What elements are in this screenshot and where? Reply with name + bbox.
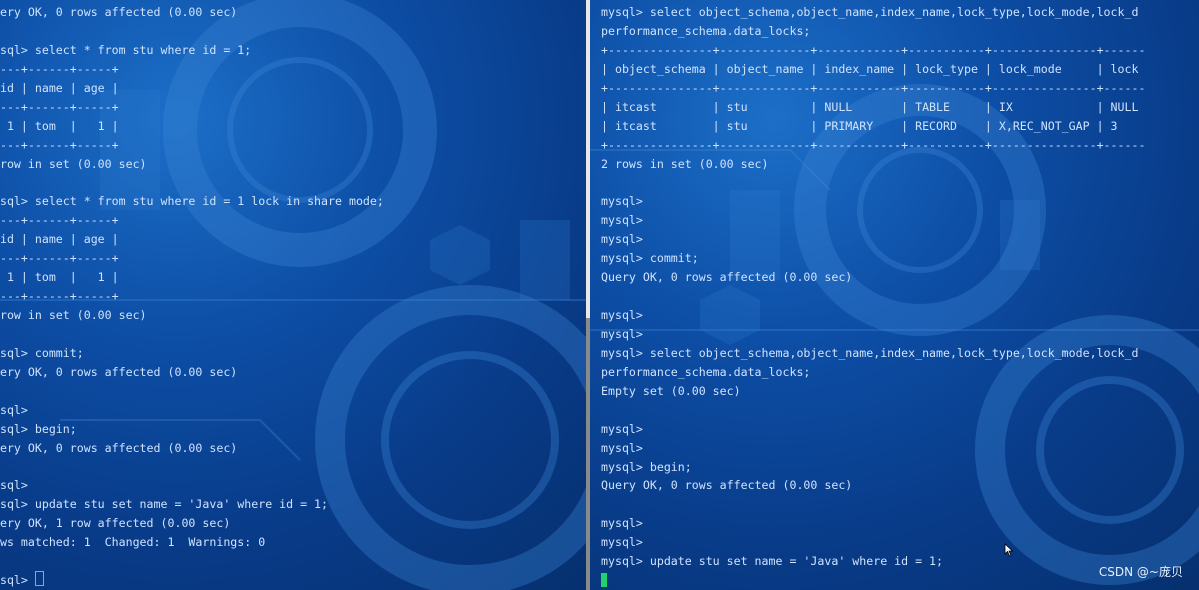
terminal-line: mysql> select object_schema,object_name,…: [601, 5, 1139, 19]
right-terminal-window[interactable]: mysql> select object_schema,object_name,…: [590, 0, 1199, 590]
terminal-line: Query OK, 0 rows affected (0.00 sec): [0, 5, 238, 19]
terminal-line: | id | name | age |: [0, 232, 119, 247]
terminal-line: mysql>: [601, 213, 643, 228]
terminal-line: Empty set (0.00 sec): [601, 383, 741, 398]
terminal-line: +----+------+-----+: [0, 99, 119, 114]
text-cursor: [34, 571, 44, 587]
terminal-line: +---------------+-------------+---------…: [601, 137, 1146, 152]
terminal-line: mysql>: [601, 194, 643, 209]
terminal-line: mysql> commit;: [0, 345, 84, 360]
terminal-line: mysql>: [601, 326, 643, 341]
terminal-line: Query OK, 1 row affected (0.00 sec): [0, 516, 231, 531]
mouse-pointer-icon: [1004, 543, 1014, 557]
text-cursor: [601, 573, 607, 588]
terminal-line: +----+------+-----+: [0, 137, 119, 152]
terminal-line: performance_schema.data_locks;: [601, 23, 811, 38]
terminal-line: mysql> commit;: [601, 251, 699, 266]
terminal-line: +----+------+-----+: [0, 289, 119, 304]
terminal-line: Query OK, 0 rows affected (0.00 sec): [0, 440, 238, 455]
terminal-line: mysql> select * from stu where id = 1 lo…: [0, 194, 384, 209]
terminal-line: mysql>: [601, 516, 643, 531]
terminal-line: mysql>: [601, 421, 643, 436]
terminal-line: mysql>: [601, 535, 643, 550]
terminal-line: | itcast | stu | NULL | TABLE | IX | NUL…: [601, 99, 1139, 114]
left-terminal-output: Query OK, 0 rows affected (0.00 sec) mysq…: [0, 3, 384, 590]
terminal-line: | id | name | age |: [0, 80, 119, 95]
right-terminal-output: mysql> select object_schema,object_name,…: [601, 3, 1145, 590]
terminal-line: +---------------+-------------+---------…: [601, 80, 1146, 95]
terminal-line: Query OK, 0 rows affected (0.00 sec): [0, 364, 238, 379]
terminal-line: +---------------+-------------+---------…: [601, 42, 1146, 57]
screen: Query OK, 0 rows affected (0.00 sec) mysq…: [0, 0, 1199, 590]
terminal-line: +----+------+-----+: [0, 213, 119, 228]
terminal-line: mysql>: [601, 440, 643, 455]
terminal-line: +----+------+-----+: [0, 251, 119, 266]
terminal-line: mysql> begin;: [601, 459, 692, 474]
terminal-line: | 1 | tom | 1 |: [6, 118, 119, 133]
terminal-line: mysql>: [601, 308, 643, 322]
terminal-line: | itcast | stu | PRIMARY | RECORD | X,RE…: [601, 118, 1118, 133]
terminal-line: | 1 | tom | 1 |: [6, 270, 119, 285]
terminal-line: 2 rows in set (0.00 sec): [601, 156, 769, 171]
terminal-line: performance_schema.data_locks;: [601, 364, 811, 379]
terminal-line: mysql>: [0, 402, 28, 417]
terminal-line: mysql> update stu set name = 'Java' wher…: [601, 554, 944, 569]
terminal-line: Query OK, 0 rows affected (0.00 sec): [601, 270, 853, 285]
terminal-line: mysql> begin;: [0, 421, 77, 436]
terminal-prompt: mysql>: [0, 573, 28, 588]
terminal-line: mysql> update stu set name = 'Java' wher…: [0, 497, 329, 512]
terminal-line: 1 row in set (0.00 sec): [0, 156, 147, 171]
terminal-line: Query OK, 0 rows affected (0.00 sec): [601, 478, 853, 493]
terminal-line: mysql> select object_schema,object_name,…: [601, 345, 1139, 360]
terminal-line: mysql>: [0, 478, 28, 493]
terminal-line: | object_schema | object_name | index_na…: [601, 61, 1139, 76]
terminal-line: mysql>: [601, 232, 643, 247]
terminal-prompt-line[interactable]: [601, 571, 1145, 590]
terminal-prompt-line[interactable]: mysql>: [0, 571, 384, 590]
terminal-line: 1 row in set (0.00 sec): [0, 308, 147, 322]
terminal-line: +----+------+-----+: [0, 61, 119, 76]
terminal-line: Rows matched: 1 Changed: 1 Warnings: 0: [0, 535, 266, 550]
watermark: CSDN @~庞贝: [1098, 565, 1183, 579]
terminal-line: mysql> select * from stu where id = 1;: [0, 42, 252, 57]
left-terminal-window[interactable]: Query OK, 0 rows affected (0.00 sec) mysq…: [0, 0, 586, 590]
